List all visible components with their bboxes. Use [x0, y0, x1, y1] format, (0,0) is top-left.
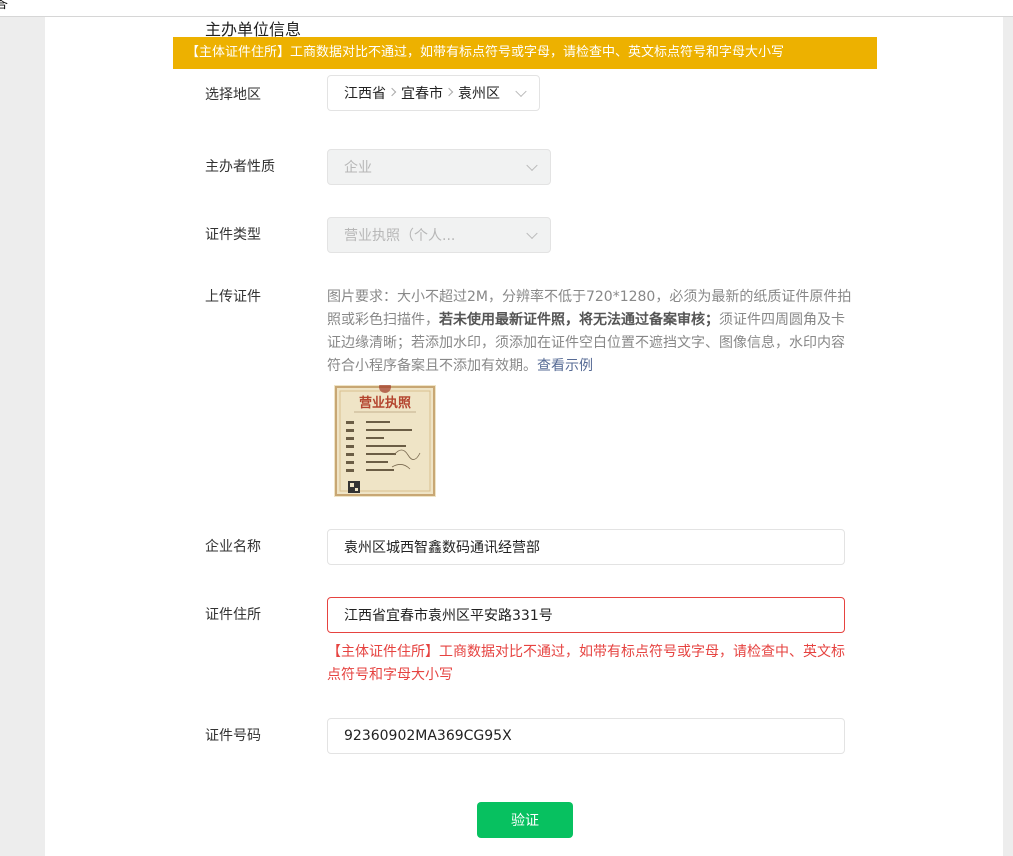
cert-number-label: 证件号码 [205, 728, 261, 744]
verify-button[interactable]: 验证 [477, 802, 573, 838]
organizer-type-label: 主办者性质 [205, 159, 275, 175]
upload-label: 上传证件 [205, 289, 261, 305]
chevron-right-icon [387, 87, 397, 97]
region-label: 选择地区 [205, 87, 261, 103]
chevron-down-icon [515, 85, 527, 98]
cert-address-error: 【主体证件住所】工商数据对比不通过，如带有标点符号或字母，请检查中、英文标点符号… [327, 644, 845, 683]
organizer-type-value: 企业 [344, 160, 372, 176]
license-title-text: 营业执照 [359, 395, 411, 411]
region-province: 江西省 [344, 86, 386, 102]
organizer-type-select[interactable]: 企业 [327, 149, 551, 185]
cert-number-value: 92360902MA369CG95X [344, 728, 512, 744]
region-city: 宜春市 [401, 86, 443, 102]
license-thumbnail: 营业执照 [334, 385, 436, 497]
cert-number-input[interactable]: 92360902MA369CG95X [327, 718, 845, 754]
req-text-bold: 若未使用最新证件照，将无法通过备案审核； [439, 312, 719, 328]
chevron-right-icon [444, 87, 454, 97]
cert-type-label: 证件类型 [205, 227, 261, 243]
company-name-label: 企业名称 [205, 539, 261, 555]
upload-requirements: 图片要求：大小不超过2M，分辨率不低于720*1280，必须为最新的纸质证件原件… [327, 286, 857, 378]
chevron-down-icon [526, 159, 538, 172]
top-bar: 答 [0, 0, 1013, 17]
region-district: 袁州区 [458, 86, 500, 102]
cert-type-select[interactable]: 营业执照（个人... [327, 217, 551, 253]
cert-address-value: 江西省宜春市袁州区平安路331号 [344, 608, 553, 624]
region-selector[interactable]: 江西省 宜春市 袁州区 [327, 75, 540, 111]
license-image[interactable]: 营业执照 [334, 385, 436, 497]
corner-text: 答 [0, 0, 8, 14]
view-example-link[interactable]: 查看示例 [537, 358, 593, 374]
cert-address-input[interactable]: 江西省宜春市袁州区平安路331号 [327, 597, 845, 633]
company-name-value: 袁州区城西智鑫数码通讯经营部 [344, 540, 540, 556]
cert-type-value: 营业执照（个人... [344, 228, 456, 244]
chevron-down-icon [526, 227, 538, 240]
cert-address-label: 证件住所 [205, 607, 261, 623]
company-name-input[interactable]: 袁州区城西智鑫数码通讯经营部 [327, 529, 845, 565]
error-banner: 【主体证件住所】工商数据对比不通过，如带有标点符号或字母，请检查中、英文标点符号… [173, 37, 877, 69]
